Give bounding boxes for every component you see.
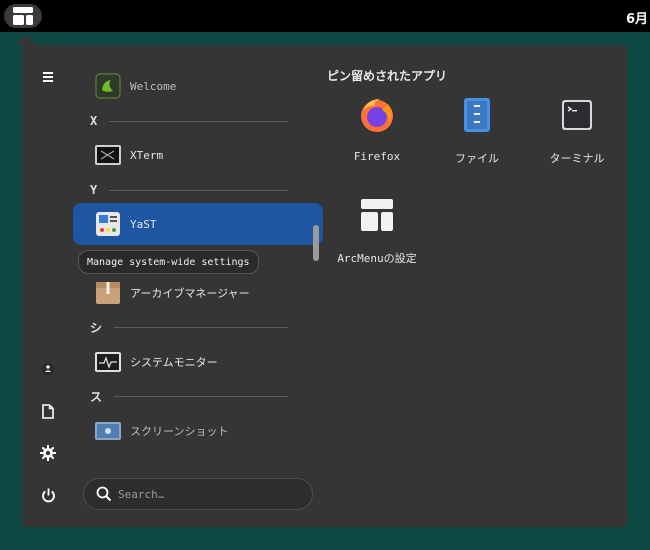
app-item-xterm[interactable]: XTerm xyxy=(73,134,323,176)
pinned-app-firefox[interactable]: Firefox xyxy=(327,89,427,179)
documents-button[interactable] xyxy=(36,399,60,423)
terminal-icon xyxy=(557,95,597,135)
section-header-shi: シ xyxy=(90,317,288,337)
app-item-welcome[interactable]: Welcome xyxy=(73,65,323,107)
power-icon xyxy=(41,488,55,502)
pinned-app-label: ArcMenuの設定 xyxy=(337,252,417,265)
hamburger-button[interactable] xyxy=(36,65,60,89)
clock[interactable]: 6月 xyxy=(626,8,648,27)
section-header-y: Y xyxy=(90,180,288,200)
section-header-su: ス xyxy=(90,386,288,406)
pinned-app-files[interactable]: ファイル xyxy=(427,89,527,179)
app-item-archive-manager[interactable]: アーカイブマネージャー xyxy=(73,272,323,314)
search-input[interactable] xyxy=(118,487,298,501)
tooltip: Manage system-wide settings xyxy=(78,250,259,274)
app-label: スクリーンショット xyxy=(130,425,229,438)
settings-icon xyxy=(40,445,56,461)
archive-manager-icon xyxy=(94,280,122,306)
pinned-app-terminal[interactable]: ターミナル xyxy=(527,89,627,179)
search-box[interactable] xyxy=(83,478,313,510)
settings-button[interactable] xyxy=(36,441,60,465)
app-label: Welcome xyxy=(130,79,177,93)
pinned-app-label: Firefox xyxy=(353,150,401,163)
home-button[interactable] xyxy=(36,357,60,381)
pinned-app-label: ターミナル xyxy=(549,152,605,165)
system-monitor-icon xyxy=(94,349,122,375)
home-icon xyxy=(41,362,55,376)
app-item-screenshot[interactable]: スクリーンショット xyxy=(73,410,323,452)
arcmenu-button[interactable] xyxy=(4,4,42,28)
app-item-yast[interactable]: YaST xyxy=(73,203,323,245)
menu-pointer xyxy=(16,34,36,45)
hamburger-icon xyxy=(43,72,53,82)
pinned-app-label: ファイル xyxy=(455,152,499,165)
arcmenu-panel: Welcome X XTerm Y YaST アーカイブマネージャー シ システ… xyxy=(22,45,627,527)
pinned-apps-title: ピン留めされたアプリ xyxy=(327,69,448,83)
xterm-icon xyxy=(94,142,122,168)
files-icon xyxy=(457,95,497,135)
search-icon xyxy=(96,486,112,502)
applist-scrollbar[interactable] xyxy=(313,225,319,261)
app-item-system-monitor[interactable]: システムモニター xyxy=(73,341,323,383)
yast-icon xyxy=(94,211,122,237)
power-button[interactable] xyxy=(36,483,60,507)
welcome-icon xyxy=(94,73,122,99)
top-bar: 6月 xyxy=(0,0,650,32)
app-label: システムモニター xyxy=(130,356,218,369)
pinned-app-arcmenu-settings[interactable]: ArcMenuの設定 xyxy=(327,189,427,279)
section-header-x: X xyxy=(90,111,288,131)
firefox-icon xyxy=(357,95,397,135)
documents-icon xyxy=(42,403,54,419)
app-label: YaST xyxy=(130,217,157,231)
arcmenu-layout-icon xyxy=(13,7,33,25)
screenshot-icon xyxy=(94,418,122,444)
app-label: アーカイブマネージャー xyxy=(130,287,250,300)
arcmenu-settings-icon xyxy=(357,195,397,235)
app-label: XTerm xyxy=(130,148,164,162)
